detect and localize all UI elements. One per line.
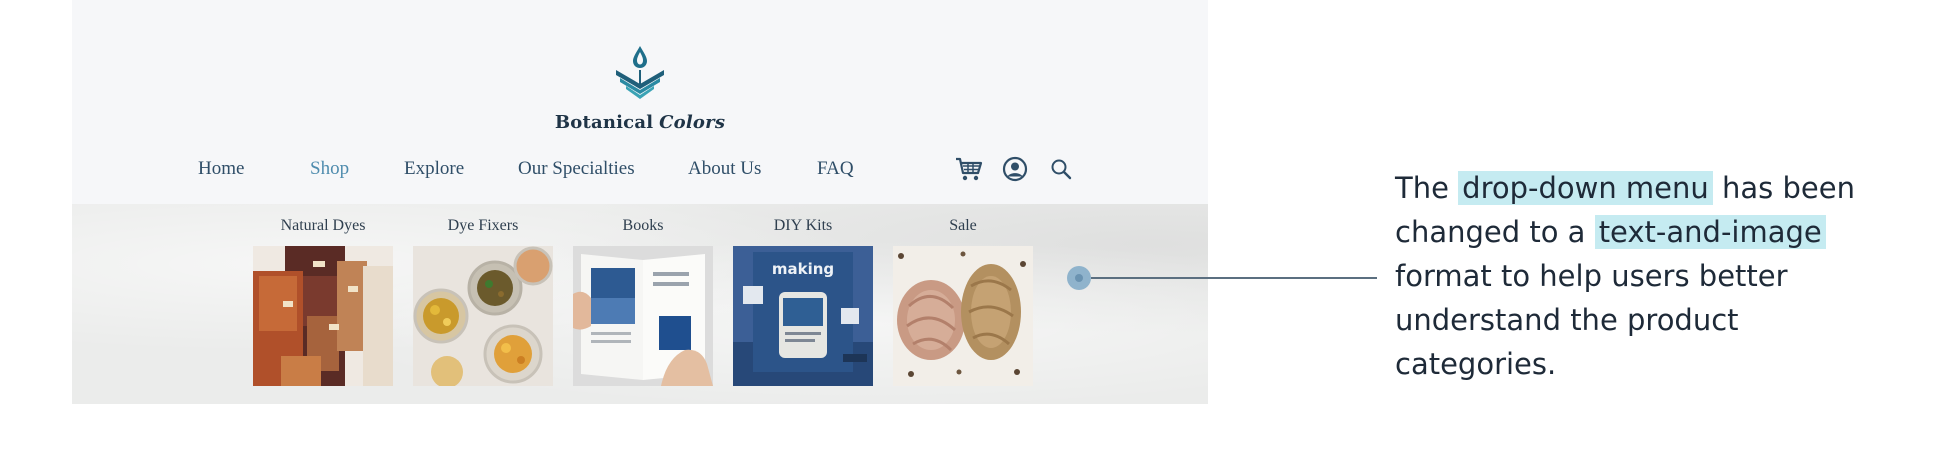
nav-explore[interactable]: Explore	[404, 158, 464, 180]
nav-shop[interactable]: Shop	[310, 158, 349, 180]
category-diy-kits[interactable]: DIY Kits making	[733, 216, 873, 386]
category-sale[interactable]: Sale	[893, 216, 1033, 386]
annotation-text: The drop-down menu has been changed to a…	[1395, 166, 1915, 386]
water-drop-leaf-logo-icon	[616, 46, 664, 99]
category-natural-dyes[interactable]: Natural Dyes	[253, 216, 393, 386]
brand-name: Botanical Colors	[72, 112, 1208, 133]
dye-fixers-image	[413, 246, 553, 386]
category-label: Natural Dyes	[280, 217, 366, 234]
annotation-line-3: format to help users better	[1395, 259, 1788, 293]
annotation-connector-line	[1091, 277, 1377, 279]
category-dye-fixers[interactable]: Dye Fixers	[413, 216, 553, 386]
category-label: Dye Fixers	[447, 217, 519, 234]
nav-faq[interactable]: FAQ	[817, 158, 854, 180]
category-label: DIY Kits	[773, 217, 833, 234]
brand-name-part2: Colors	[659, 112, 726, 133]
nav-our-specialties[interactable]: Our Specialties	[518, 158, 635, 180]
shop-dropdown-menu: Natural Dyes Dye Fixers Books DIY Kits m…	[72, 204, 1208, 404]
highlighted-term-drop-down-menu: drop-down menu	[1458, 171, 1713, 205]
diy-kit-image-text: making	[772, 260, 834, 278]
annotation-line-5: categories.	[1395, 347, 1557, 381]
sale-image	[893, 246, 1033, 386]
main-navigation: Home Shop Explore Our Specialties About …	[72, 156, 1208, 185]
category-label: Sale	[949, 217, 977, 234]
annotation-line-2: changed to a text-and-image	[1395, 210, 1915, 254]
annotation-line-4: understand the product	[1395, 303, 1739, 337]
brand-name-part1: Botanical	[554, 112, 654, 133]
annotation-text-segment: The	[1395, 171, 1449, 205]
annotation-marker	[1067, 266, 1091, 290]
website-mockup: Botanical Colors Home Shop Explore Our S…	[72, 0, 1208, 404]
nav-home[interactable]: Home	[198, 158, 244, 180]
category-books[interactable]: Books	[573, 216, 713, 386]
brand-logo[interactable]: Botanical Colors	[72, 44, 1208, 133]
books-image	[573, 246, 713, 386]
cart-icon[interactable]	[955, 156, 983, 187]
diy-kits-image: making	[733, 246, 873, 386]
account-icon[interactable]	[1002, 156, 1028, 187]
nav-about-us[interactable]: About Us	[688, 158, 761, 180]
annotation-line-1: The drop-down menu has been	[1395, 166, 1915, 210]
highlighted-term-text-and-image: text-and-image	[1594, 215, 1826, 249]
natural-dyes-image	[253, 246, 393, 386]
annotation-text-segment: has been	[1722, 171, 1855, 205]
search-icon[interactable]	[1050, 158, 1072, 185]
category-label: Books	[622, 217, 664, 234]
annotation-text-segment: changed to a	[1395, 215, 1586, 249]
